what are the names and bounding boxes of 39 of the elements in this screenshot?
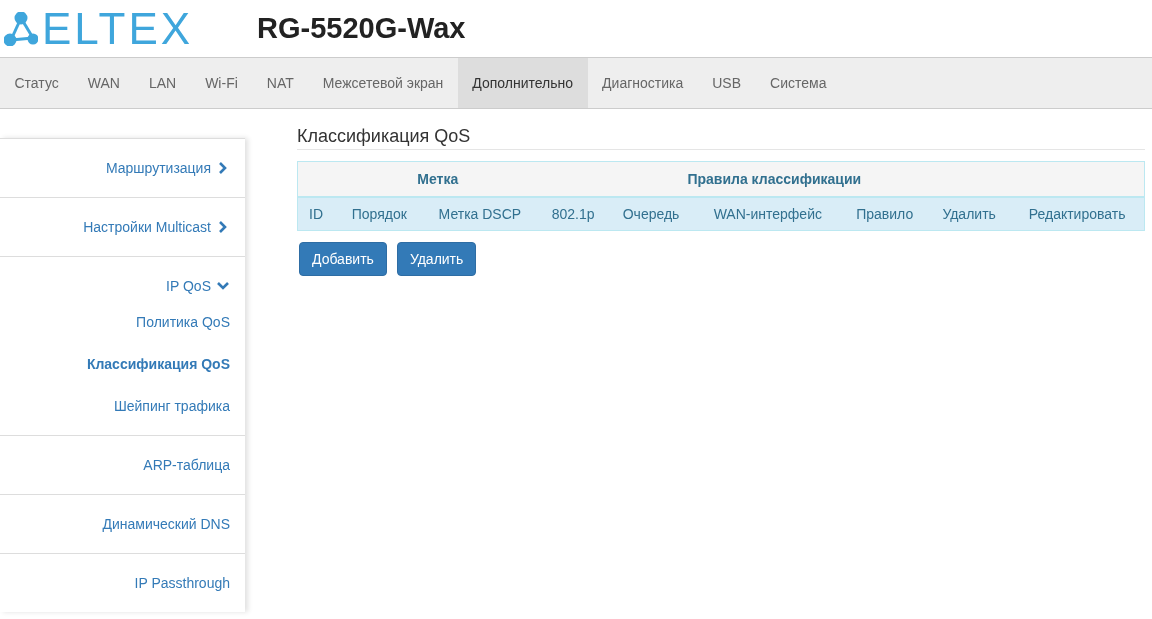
sidebar-link[interactable]: IP Passthrough bbox=[134, 575, 230, 591]
column-group-header: Метка bbox=[417, 171, 459, 187]
sidebar-sublink[interactable]: Шейпинг трафика bbox=[113, 398, 230, 414]
sidebar-sublink[interactable]: Классификация QoS bbox=[86, 356, 230, 372]
nav-tab[interactable]: NAT bbox=[252, 58, 309, 108]
chevron-down-icon bbox=[217, 280, 229, 292]
column-header: Метка DSCP bbox=[438, 206, 522, 222]
logo-icon bbox=[4, 11, 38, 46]
action-button[interactable]: Удалить bbox=[396, 242, 477, 276]
nav-tab[interactable]: Диагностика bbox=[587, 58, 698, 108]
column-header: 802.1p bbox=[551, 206, 595, 222]
sidebar-link[interactable]: Маршрутизация bbox=[105, 160, 211, 176]
nav-tab[interactable]: LAN bbox=[134, 58, 191, 108]
nav-tab[interactable]: Межсетевой экран bbox=[308, 58, 458, 108]
sidebar-link[interactable]: Динамический DNS bbox=[102, 516, 230, 532]
nav-tab[interactable]: USB bbox=[697, 58, 756, 108]
column-header: Порядок bbox=[351, 206, 407, 222]
nav-tab[interactable]: Wi-Fi bbox=[190, 58, 253, 108]
action-button[interactable]: Добавить bbox=[299, 242, 387, 276]
chevron-right-icon bbox=[217, 221, 229, 233]
nav-tab[interactable]: Дополнительно bbox=[457, 58, 588, 108]
column-header: Очередь bbox=[622, 206, 680, 222]
column-header: Редактировать bbox=[1028, 206, 1126, 222]
chevron-right-icon bbox=[217, 162, 229, 174]
section-title: Классификация QoS bbox=[297, 126, 1145, 150]
device-title: RG-5520G-Wax bbox=[257, 12, 466, 45]
sidebar-link[interactable]: ARP-таблица bbox=[143, 457, 230, 473]
column-header: Правило bbox=[856, 206, 914, 222]
column-group-header: Правила классификации bbox=[687, 171, 862, 187]
sidebar-link[interactable]: Настройки Multicast bbox=[83, 219, 211, 235]
column-header: Удалить bbox=[942, 206, 996, 222]
column-header: WAN-интерфейс bbox=[713, 206, 822, 222]
nav-tab[interactable]: WAN bbox=[73, 58, 135, 108]
nav-tab[interactable]: Статус bbox=[0, 58, 74, 108]
column-header: ID bbox=[309, 206, 323, 222]
sidebar-link[interactable]: IP QoS bbox=[166, 278, 211, 294]
logo-text: ELTEX bbox=[42, 6, 194, 51]
sidebar-sublink[interactable]: Политика QoS bbox=[136, 314, 230, 330]
nav-tab[interactable]: Система bbox=[755, 58, 841, 108]
